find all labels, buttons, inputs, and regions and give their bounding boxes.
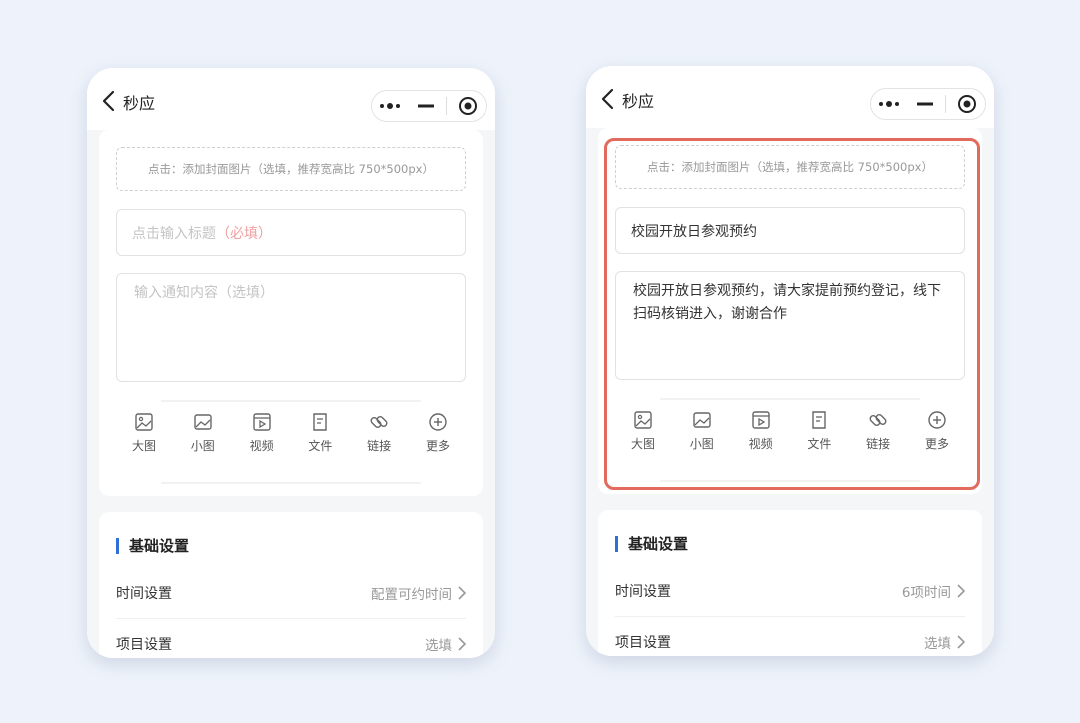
row-label: 项目设置	[615, 635, 671, 651]
row-value: 6项时间	[901, 585, 951, 601]
toolbar-divider-top	[161, 400, 421, 402]
title-input[interactable]: 点击输入标题 （必填）	[116, 209, 466, 256]
editor-card: 点击：添加封面图片（选填，推荐宽高比 750*500px） 点击输入标题 （必填）…	[99, 130, 483, 496]
capsule-divider	[446, 97, 448, 115]
video-icon	[252, 413, 271, 431]
large-image-icon	[135, 413, 153, 431]
media-toolbar: 大图 小图 视频 文件 链接 更多	[116, 412, 466, 470]
row-value: 选填	[425, 638, 452, 654]
tool-large-image[interactable]: 大图	[124, 412, 164, 470]
highlight-frame	[604, 138, 980, 490]
row-value: 配置可约时间	[371, 587, 452, 603]
settings-card: 基础设置 时间设置 配置可约时间 项目设置 选填	[99, 512, 483, 658]
plus-circle-icon	[429, 413, 447, 431]
section-title: 基础设置	[116, 538, 189, 554]
chevron-right-icon	[957, 635, 965, 649]
chevron-right-icon	[458, 637, 466, 651]
target-circle-icon	[958, 95, 977, 113]
chevron-right-icon	[957, 584, 965, 598]
row-value: 选填	[924, 636, 951, 652]
minimize-button[interactable]	[411, 94, 441, 118]
chevron-right-icon	[458, 586, 466, 600]
content-placeholder: 输入通知内容（选填）	[134, 285, 274, 301]
link-icon	[370, 416, 388, 428]
nav-bar: 秒应	[87, 68, 495, 130]
back-arrow-icon[interactable]	[101, 90, 117, 112]
tool-label: 大图	[131, 439, 156, 453]
row-value-group: 选填	[425, 634, 466, 654]
nav-title: 秒应	[622, 92, 655, 111]
left-phone-screen: 秒应 点击：添加封面图片（选填，推荐宽高比 750*500px） 点击输入标题（…	[87, 68, 495, 658]
minus-icon	[417, 104, 434, 108]
toolbar-divider-bottom	[161, 482, 421, 484]
target-circle-icon	[459, 97, 478, 115]
more-dots-button[interactable]	[874, 92, 904, 116]
back-arrow-icon[interactable]	[600, 88, 616, 110]
section-title: 基础设置	[615, 536, 688, 552]
capsule-menu	[870, 88, 986, 120]
tool-link[interactable]: 链接	[359, 412, 399, 470]
tool-label: 更多	[425, 439, 450, 453]
tool-file[interactable]: 文件	[300, 412, 340, 470]
file-icon	[313, 413, 328, 431]
more-dots-button[interactable]	[375, 94, 405, 118]
small-image-icon	[194, 414, 212, 430]
settings-row-time[interactable]: 时间设置 6项时间	[615, 566, 965, 616]
row-label: 时间设置	[116, 586, 172, 602]
capsule-menu	[371, 90, 487, 122]
title-placeholder: 点击输入标题	[132, 225, 216, 242]
settings-row-project[interactable]: 项目设置 选填	[116, 619, 466, 658]
row-value-group: 选填	[924, 632, 965, 652]
tool-label: 文件	[308, 439, 333, 453]
required-tag: （必填）	[216, 225, 272, 242]
more-dots-icon	[878, 101, 899, 107]
content-textarea[interactable]: 输入通知内容（选填）	[116, 273, 466, 382]
tool-label: 小图	[190, 439, 215, 453]
capsule-divider	[945, 95, 947, 113]
more-dots-icon	[379, 103, 400, 109]
nav-title: 秒应	[123, 94, 156, 113]
nav-bar: 秒应	[586, 66, 994, 128]
tool-more[interactable]: 更多	[418, 412, 458, 470]
close-target-button[interactable]	[952, 92, 982, 116]
minus-icon	[916, 102, 933, 106]
tool-label: 链接	[367, 439, 392, 453]
row-value-group: 配置可约时间	[371, 583, 466, 603]
row-label: 项目设置	[116, 637, 172, 653]
settings-row-time[interactable]: 时间设置 配置可约时间	[116, 568, 466, 618]
tool-label: 视频	[249, 439, 274, 453]
minimize-button[interactable]	[910, 92, 940, 116]
tool-video[interactable]: 视频	[242, 412, 282, 470]
tool-small-image[interactable]: 小图	[183, 412, 223, 470]
row-label: 时间设置	[615, 584, 671, 600]
settings-card: 基础设置 时间设置 6项时间 项目设置 选填	[598, 510, 982, 656]
cover-upload-area[interactable]: 点击：添加封面图片（选填，推荐宽高比 750*500px）	[116, 147, 466, 191]
row-value-group: 6项时间	[902, 581, 965, 601]
settings-row-project[interactable]: 项目设置 选填	[615, 617, 965, 656]
close-target-button[interactable]	[453, 94, 483, 118]
